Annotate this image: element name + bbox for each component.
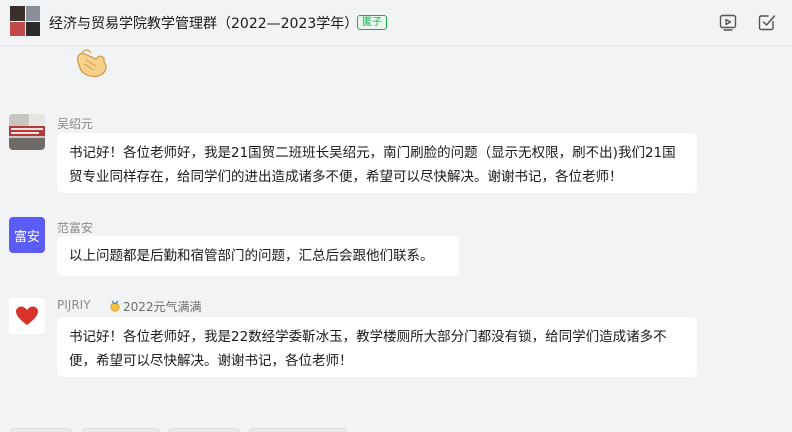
screen-share-icon[interactable] [718, 12, 738, 32]
avatar[interactable] [9, 298, 45, 334]
member-title-text: 2022元气满满 [123, 300, 202, 314]
message-bubble[interactable]: 书记好！各位老师好，我是22数经学委靳冰玉，教学楼厕所大部分门都没有锁，给同学们… [57, 317, 697, 377]
photo-avatar [9, 114, 45, 150]
bottom-quick-bar [0, 424, 792, 432]
message-bubble[interactable]: 书记好！各位老师好，我是21国贸二班班长吴绍元，南门刷脸的问题（显示无权限，刷不… [57, 133, 697, 193]
chat-header: 经济与贸易学院教学管理群（2022—2023学年） 匿子 [0, 0, 792, 46]
clapping-hands-emoji [76, 49, 107, 78]
group-avatar[interactable] [10, 6, 40, 36]
avatar[interactable] [9, 114, 45, 150]
checkbox-icon[interactable] [757, 12, 777, 32]
group-tag-badge: 匿子 [357, 15, 387, 30]
sender-name: 范富安 [57, 221, 94, 235]
avatar[interactable]: 富安 [9, 217, 45, 253]
quick-reply-chip[interactable] [249, 428, 347, 432]
member-title-badge: 2022元气满满 [109, 298, 202, 315]
message-bubble[interactable]: 以上问题都是后勤和宿管部门的问题，汇总后会跟他们联系。 [57, 236, 459, 276]
quick-reply-chip[interactable] [82, 428, 160, 432]
sender-name: 吴绍元 [57, 117, 94, 131]
heart-icon [16, 306, 38, 325]
quick-reply-chip[interactable] [10, 428, 72, 432]
medal-icon [110, 300, 120, 312]
quick-reply-chip[interactable] [168, 428, 240, 432]
group-title: 经济与贸易学院教学管理群（2022—2023学年） [49, 16, 359, 32]
sender-name: PIJRIY [57, 298, 91, 312]
